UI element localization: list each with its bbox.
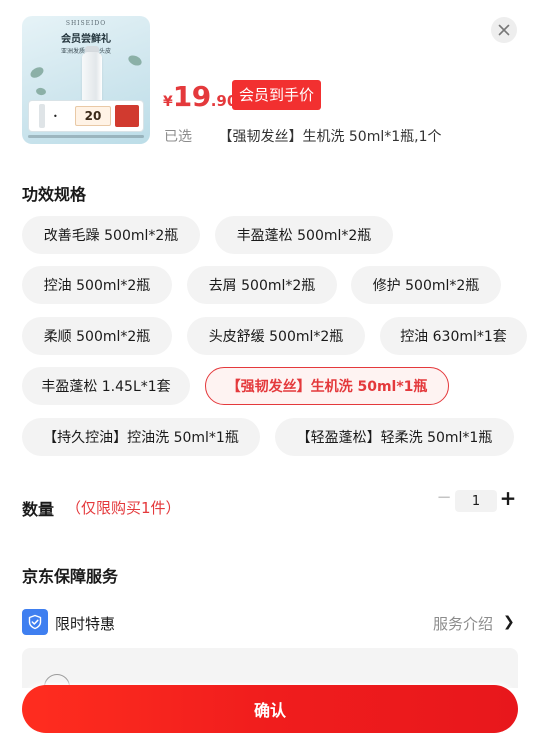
product-price: ¥ 19 .90 [163,80,237,113]
spec-option[interactable]: 丰盈蓬松 500ml*2瓶 [215,216,393,254]
service-intro-link[interactable]: 服务介绍 [433,613,493,634]
selected-summary: 已选 【强韧发丝】生机洗 50ml*1瓶,1个 [164,126,442,146]
service-section-title: 京东保障服务 [22,567,119,586]
member-price-tag: 会员到手价 [232,80,322,110]
shield-check-icon [22,609,48,635]
mini-bottle-graphic [39,104,45,128]
spec-option[interactable]: 控油 630ml*1套 [380,317,527,355]
spec-option[interactable]: 【持久控油】控油洗 50ml*1瓶 [22,418,260,456]
selected-label: 已选 [164,129,192,145]
spec-option[interactable]: 改善毛躁 500ml*2瓶 [22,216,200,254]
quantity-increase-button[interactable]: + [499,487,517,509]
price-currency: ¥ [163,94,173,110]
spec-option[interactable]: 柔顺 500ml*2瓶 [22,317,172,355]
service-option-card[interactable] [22,648,518,688]
sku-selector-sheet: SHISEIDO 会员尝鲜礼 亚洲发质 强韧头皮 • 20 ¥ 19 .90 会… [0,0,540,734]
thumb-title: 会员尝鲜礼 [61,34,111,45]
spec-option[interactable]: 去屑 500ml*2瓶 [187,266,337,304]
quantity-label: 数量 [22,500,55,519]
thumb-brand: SHISEIDO [65,20,107,27]
bullet-dot: • [53,112,58,121]
spec-option[interactable]: 【轻盈蓬松】轻柔洗 50ml*1瓶 [275,418,514,456]
thumb-red-badge [115,105,139,127]
close-button[interactable] [491,17,517,43]
spec-option[interactable]: 控油 500ml*2瓶 [22,266,172,304]
leaf-decoration [126,53,144,68]
close-icon [498,24,510,36]
quantity-decrease-button[interactable]: − [436,488,452,508]
thumb-coupon: 20 [75,106,111,126]
product-thumbnail[interactable]: SHISEIDO 会员尝鲜礼 亚洲发质 强韧头皮 • 20 [22,16,150,144]
price-integer: 19 [172,80,211,113]
leaf-decoration [35,87,47,96]
spec-option[interactable]: 修护 500ml*2瓶 [351,266,501,304]
leaf-decoration [28,65,46,80]
spec-section-title: 功效规格 [22,185,87,204]
thumb-promo-strip: • 20 [28,100,144,132]
chevron-right-icon[interactable]: ❯ [503,614,515,630]
quantity-input[interactable] [455,490,497,512]
spec-option[interactable]: 头皮舒缓 500ml*2瓶 [187,317,365,355]
spec-option-selected[interactable]: 【强韧发丝】生机洗 50ml*1瓶 [205,367,449,405]
confirm-button[interactable]: 确认 [22,685,518,733]
selected-value: 【强韧发丝】生机洗 50ml*1瓶,1个 [218,129,442,145]
thumb-fine-print [28,135,144,138]
service-item-name: 限时特惠 [55,615,116,633]
spec-option[interactable]: 丰盈蓬松 1.45L*1套 [22,367,190,405]
quantity-limit-note: （仅限购买1件） [66,499,181,517]
